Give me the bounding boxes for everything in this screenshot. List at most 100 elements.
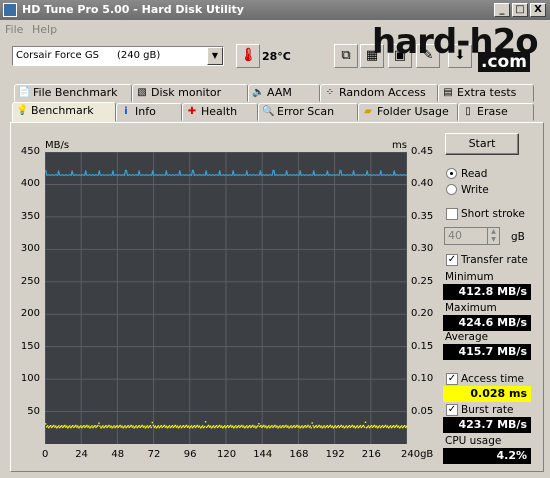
- stroke-size-spinner[interactable]: 40 ▲ ▼: [444, 227, 500, 245]
- y-tick-label-left: 450: [20, 146, 40, 157]
- x-tick-label: 216: [361, 449, 381, 460]
- access-time-point: [97, 424, 99, 427]
- tab-erase[interactable]: ▯ Erase: [458, 103, 534, 121]
- tab-label: Erase: [477, 105, 508, 118]
- lightbulb-icon: 💡: [16, 105, 29, 116]
- transfer-rate-checkbox[interactable]: ✓: [446, 254, 458, 266]
- maximum-value: 424.6 MB/s: [443, 315, 531, 331]
- tab-label: Random Access: [339, 86, 426, 99]
- minimum-value: 412.8 MB/s: [443, 284, 531, 300]
- access-time-point: [406, 425, 408, 428]
- window-title: HD Tune Pro 5.00 - Hard Disk Utility: [22, 3, 244, 16]
- minimize-button[interactable]: _: [494, 3, 510, 17]
- access-time-point: [179, 425, 182, 427]
- tab-label: Health: [201, 105, 238, 118]
- access-time-point: [312, 425, 314, 427]
- y-tick-label-right: 0.30: [411, 243, 434, 255]
- access-time-point: [337, 425, 339, 427]
- access-time-point: [187, 425, 190, 427]
- benchmark-chart: [44, 151, 408, 444]
- tab-error-scan[interactable]: 🔍 Error Scan: [258, 103, 358, 121]
- y-tick-label-left: 350: [20, 210, 40, 222]
- tab-benchmark[interactable]: 💡 Benchmark: [12, 102, 116, 122]
- access-time-point: [130, 424, 132, 427]
- access-time-point: [268, 425, 270, 427]
- tab-label: Error Scan: [277, 105, 335, 118]
- access-time-point: [64, 424, 66, 427]
- spinner-arrows-icon[interactable]: ▲ ▼: [487, 228, 499, 244]
- stroke-size-value: 40: [448, 229, 462, 242]
- access-time-point: [207, 424, 210, 427]
- chevron-down-icon[interactable]: ▼: [207, 47, 223, 65]
- access-time-checkbox[interactable]: ✓: [446, 373, 458, 385]
- minimum-label: Minimum: [445, 271, 494, 283]
- access-time-point: [323, 425, 325, 427]
- access-time-point: [108, 424, 110, 427]
- access-time-point: [150, 426, 152, 429]
- access-time-point: [55, 425, 57, 427]
- menu-help[interactable]: Help: [32, 23, 57, 36]
- access-time-point: [290, 425, 292, 427]
- extra-tests-icon: ▤: [443, 87, 453, 98]
- access-time-point: [329, 424, 331, 427]
- burst-rate-checkbox[interactable]: ✓: [446, 404, 458, 416]
- access-time-point: [271, 425, 273, 427]
- access-time-point: [296, 424, 298, 427]
- access-time-point: [219, 424, 221, 427]
- access-time-point: [53, 424, 55, 427]
- access-time-point: [113, 425, 115, 427]
- access-time-point: [298, 425, 300, 427]
- access-time-point: [309, 425, 311, 427]
- y-tick-label-right: 0.40: [411, 178, 434, 190]
- menu-file[interactable]: File: [5, 23, 23, 36]
- access-time-point: [243, 425, 245, 427]
- drive-select[interactable]: Corsair Force GS (240 gB) ▼: [12, 46, 224, 66]
- access-time-point: [274, 424, 276, 427]
- tab-random-access[interactable]: ⁘ Random Access: [320, 84, 438, 102]
- access-time-point: [132, 425, 134, 427]
- copy-info-icon[interactable]: ⧉: [334, 44, 358, 68]
- access-time-point: [152, 424, 154, 427]
- access-time-point: [94, 425, 96, 427]
- tab-label: Benchmark: [31, 104, 94, 117]
- access-time-point: [331, 425, 333, 427]
- y-tick-label-right: 0.15: [411, 340, 434, 352]
- access-time-point: [362, 424, 365, 427]
- start-button[interactable]: Start: [445, 133, 519, 155]
- read-radio[interactable]: [446, 168, 457, 179]
- access-time-point: [260, 425, 262, 427]
- tab-extra-tests[interactable]: ▤ Extra tests: [438, 84, 534, 102]
- access-time-point: [348, 425, 351, 427]
- access-time-point: [381, 425, 384, 427]
- access-time-point: [102, 425, 104, 427]
- erase-icon: ▯: [465, 106, 471, 117]
- tab-info[interactable]: i Info: [116, 103, 182, 121]
- access-time-point: [301, 425, 303, 427]
- random-access-icon: ⁘: [325, 87, 335, 98]
- tab-label: Folder Usage: [377, 105, 449, 118]
- file-benchmark-icon: 📄: [18, 87, 31, 98]
- close-button[interactable]: X: [530, 3, 546, 17]
- access-time-point: [249, 425, 251, 427]
- stroke-unit-label: gB: [511, 231, 525, 243]
- access-time-point: [203, 425, 206, 428]
- access-time-point: [171, 425, 174, 427]
- access-time-point: [201, 425, 204, 427]
- access-time-value: 0.028 ms: [443, 386, 531, 402]
- tab-health[interactable]: ✚ Health: [182, 103, 258, 121]
- tab-disk-monitor[interactable]: ▧ Disk monitor: [132, 84, 248, 102]
- access-time-point: [265, 425, 267, 427]
- access-time-point: [185, 424, 188, 427]
- burst-rate-label: Burst rate: [461, 404, 514, 416]
- access-time-point: [135, 425, 137, 427]
- tab-folder-usage[interactable]: ▰ Folder Usage: [358, 103, 458, 121]
- access-time-point: [235, 425, 237, 427]
- access-time-point: [353, 425, 356, 427]
- access-time-point: [307, 424, 309, 427]
- write-radio[interactable]: [446, 184, 457, 195]
- tab-file-benchmark[interactable]: 📄 File Benchmark: [14, 84, 132, 102]
- tab-aam[interactable]: 🔈 AAM: [248, 84, 320, 102]
- access-time-point: [110, 425, 112, 427]
- maximize-button[interactable]: □: [512, 3, 528, 17]
- short-stroke-checkbox[interactable]: [446, 208, 458, 220]
